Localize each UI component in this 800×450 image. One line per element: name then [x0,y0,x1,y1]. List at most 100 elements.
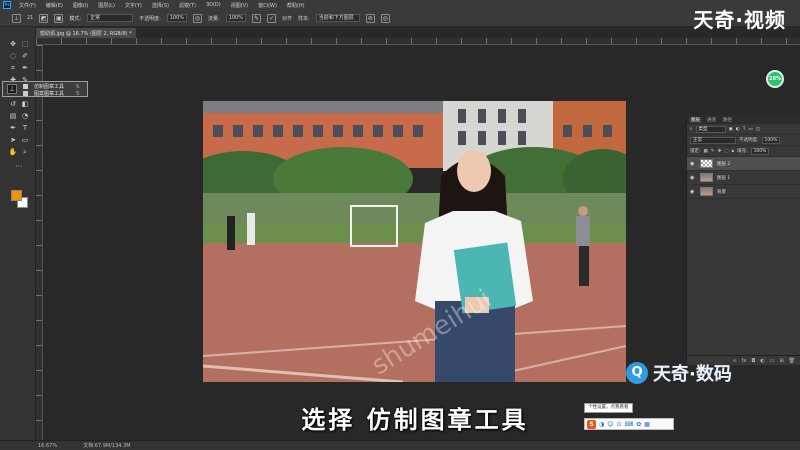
link-layers-icon[interactable]: ∞ [732,358,736,364]
lock-all-icon[interactable]: 🔒︎ [732,148,734,154]
blur-tool-icon[interactable]: ◔ [20,111,30,121]
menu-view[interactable]: 视图(V) [231,2,248,9]
clone-stamp-icon [23,84,28,89]
type-tool-icon[interactable]: T [20,123,30,133]
layer-row-1[interactable]: ◉ 图层 1 [687,171,800,185]
ime-skin-icon[interactable]: ✿ [636,421,641,428]
flow-field[interactable]: 100% [225,14,247,22]
ime-voice-icon[interactable]: ⊙ [617,421,622,428]
gradient-tool-icon[interactable]: ▤ [8,111,18,121]
hand-tool-icon[interactable]: ✋ [8,147,18,157]
pressure-opacity-icon[interactable]: ◎ [193,13,203,23]
lock-pixels-icon[interactable]: ▦ [704,149,708,154]
mode-select[interactable]: 正常 [87,14,134,22]
fill-field[interactable]: 100% [750,147,770,155]
status-doc-info[interactable]: 文档:67.9M/134.3M [83,442,130,449]
ignore-adjustment-icon[interactable]: ⊘ [365,13,375,23]
filter-adjustment-icon[interactable]: ◐ [736,127,740,132]
menu-filter[interactable]: 滤镜(T) [179,2,196,9]
path-select-tool-icon[interactable]: ➤ [8,135,18,145]
lock-paint-icon[interactable]: ✎ [711,149,715,154]
ime-keyboard-icon[interactable]: ⌨ [625,421,634,428]
clone-stamp-preset-icon[interactable]: ⊥ [12,13,21,23]
opacity-label: 不透明度: [139,15,161,22]
eraser-tool-icon[interactable]: ◧ [20,99,30,109]
sogou-logo-icon[interactable]: S [587,419,596,429]
layer-opacity-field[interactable]: 100% [761,136,781,144]
flyout-item-clone-stamp[interactable]: 仿制图章工具 S [23,83,79,90]
lock-move-icon[interactable]: ✥ [718,149,722,154]
menu-type[interactable]: 文字(Y) [125,2,142,9]
opacity-field[interactable]: 100% [166,14,188,22]
pressure-size-icon[interactable]: ◎ [380,13,390,23]
lock-artboard-icon[interactable]: ⬚ [724,149,728,154]
brush-size[interactable]: 21 [27,15,33,21]
menu-bar: Ps 文件(F) 编辑(E) 图像(I) 图层(L) 文字(Y) 选择(S) 滤… [0,0,800,10]
menu-select[interactable]: 选择(S) [152,2,169,9]
menu-help[interactable]: 帮助(H) [287,2,305,9]
visibility-eye-icon[interactable]: ◉ [690,161,696,167]
menu-edit[interactable]: 编辑(E) [46,2,63,9]
filter-smart-icon[interactable]: ◫ [756,127,760,132]
layer-row-background[interactable]: ◉ 背景 [687,185,800,199]
clone-stamp-active-icon[interactable]: ⊥ [7,84,17,94]
visibility-eye-icon[interactable]: ◉ [690,175,696,181]
brush-settings-icon[interactable]: ◩ [39,13,49,23]
foreground-color-swatch[interactable] [11,190,22,201]
quick-select-tool-icon[interactable]: ✐ [20,51,30,61]
lasso-tool-icon[interactable]: ◌ [8,51,18,61]
airbrush-icon[interactable]: ✎ [252,13,262,23]
blend-mode-select[interactable]: 正常 [690,136,736,144]
move-tool-icon[interactable]: ✥ [8,39,18,49]
tab-channels[interactable]: 通道 [705,117,718,123]
menu-layer[interactable]: 图层(L) [98,2,115,9]
flyout-item-pattern-stamp[interactable]: 图案图章工具 S [23,90,79,97]
filter-type-select[interactable]: 类型 [695,125,726,133]
zoom-percentage-badge: 28% [766,70,784,88]
flyout-item-shortcut: S [76,83,80,90]
sample-select[interactable]: 当前和下方图层 [315,14,360,22]
new-layer-icon[interactable]: ⊞ [779,358,783,364]
menu-3d[interactable]: 3D(D) [206,2,221,8]
add-mask-icon[interactable]: ◘ [751,358,755,364]
history-brush-tool-icon[interactable]: ↺ [8,99,18,109]
filter-pixel-icon[interactable]: ▣ [729,127,733,132]
more-tools-icon[interactable]: ⋯ [14,161,24,171]
status-zoom[interactable]: 16.67% [38,443,57,449]
eyedropper-tool-icon[interactable]: ✒ [20,63,30,73]
menu-window[interactable]: 窗口(W) [258,2,277,9]
ime-bar[interactable]: S ◑ ☺ ⊙ ⌨ ✿ ▦ [584,418,674,430]
ime-emoji-icon[interactable]: ☺ [607,421,613,428]
layer-style-icon[interactable]: fx [742,358,747,364]
ime-tools-icon[interactable]: ▦ [644,421,650,428]
adjustment-layer-icon[interactable]: ◐ [760,358,764,364]
delete-layer-icon[interactable]: 🗑︎ [789,358,795,364]
layer-opacity-label: 不透明度: [739,138,759,143]
zoom-tool-icon[interactable]: ⌕ [20,147,30,157]
ime-punct-icon[interactable]: ◑ [599,421,604,428]
tab-layers[interactable]: 图层 [689,116,702,123]
photoshop-logo[interactable]: Ps [3,1,11,9]
document-tab[interactable]: 帮助源.jpg @ 16.7% (图层 2, RGB/8) * [36,28,136,38]
filter-shape-icon[interactable]: ▭ [748,127,752,132]
menu-image[interactable]: 图像(I) [73,2,88,9]
clone-source-icon[interactable]: ▣ [54,13,64,23]
photo-illustration: shumeihui [203,101,626,382]
layer-thumbnail [700,173,713,182]
ime-toolbar: 个性设置，点我看看 S ◑ ☺ ⊙ ⌨ ✿ ▦ [584,403,674,431]
rectangle-tool-icon[interactable]: ▭ [20,135,30,145]
tool-options-bar: ⊥ 21 ◩ ▣ 模式: 正常 不透明度: 100% ◎ 流量: 100% ✎ … [0,10,800,27]
menu-file[interactable]: 文件(F) [19,2,36,9]
blend-row: 正常 不透明度: 100% [687,135,800,146]
artboard-tool-icon[interactable]: ⬚ [20,39,30,49]
layer-row-2[interactable]: ◉ 图层 2 [687,157,800,171]
visibility-eye-icon[interactable]: ◉ [690,189,696,195]
tab-paths[interactable]: 路径 [721,117,734,123]
canvas-photo[interactable]: shumeihui [203,101,626,382]
aligned-checkbox[interactable]: ✓ [267,13,277,23]
new-group-icon[interactable]: ▭ [770,358,775,364]
filter-type-icon[interactable]: T [743,127,746,132]
pen-tool-icon[interactable]: ✒ [8,123,18,133]
sample-label: 样本: [298,15,310,22]
crop-tool-icon[interactable]: ⌗ [8,63,18,73]
